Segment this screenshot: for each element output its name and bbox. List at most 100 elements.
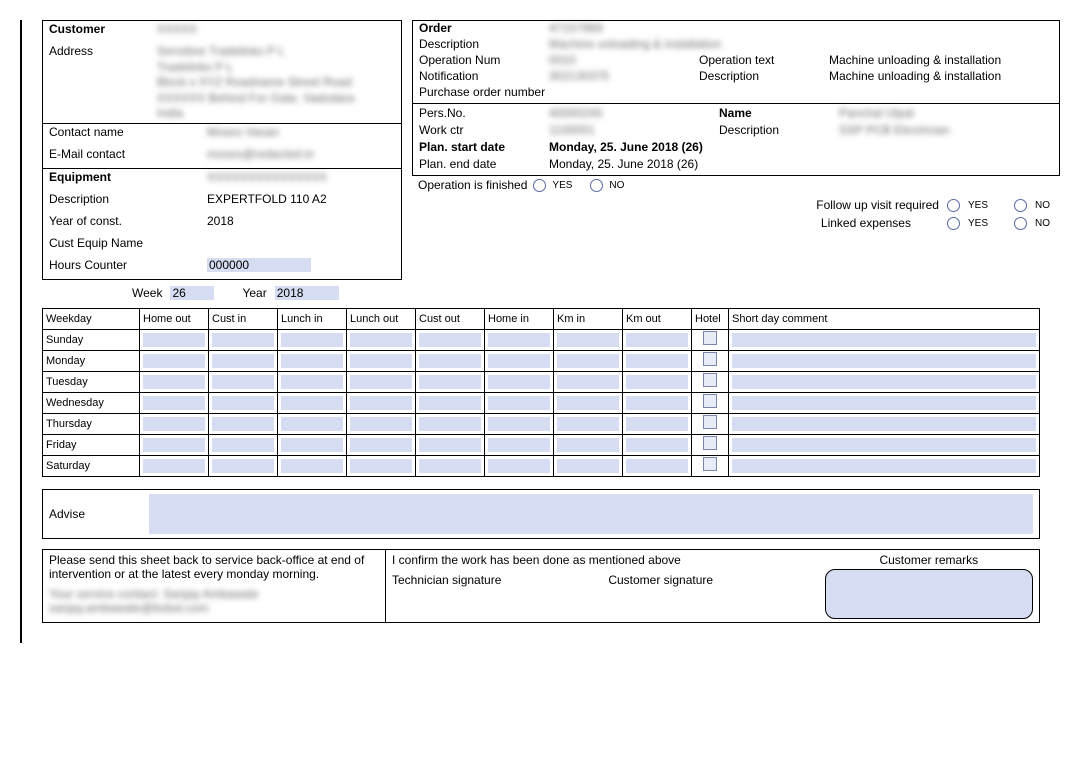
week-input[interactable]: 26 bbox=[170, 286, 214, 300]
time-input[interactable] bbox=[557, 438, 619, 452]
time-input[interactable] bbox=[350, 417, 412, 431]
hotel-checkbox[interactable] bbox=[703, 352, 717, 366]
time-input[interactable] bbox=[419, 375, 481, 389]
time-input[interactable] bbox=[488, 396, 550, 410]
time-input[interactable] bbox=[626, 375, 688, 389]
time-input[interactable] bbox=[212, 354, 274, 368]
time-input[interactable] bbox=[419, 438, 481, 452]
time-input[interactable] bbox=[143, 459, 205, 473]
time-input[interactable] bbox=[557, 459, 619, 473]
footer-contact1: Your service contact: Sanjay Ambawale bbox=[49, 587, 379, 601]
time-input[interactable] bbox=[419, 396, 481, 410]
cust-sig-label: Customer signature bbox=[608, 573, 816, 587]
time-input[interactable] bbox=[626, 333, 688, 347]
time-input[interactable] bbox=[143, 354, 205, 368]
time-input[interactable] bbox=[281, 354, 343, 368]
advise-input[interactable] bbox=[149, 494, 1033, 534]
time-input[interactable] bbox=[350, 438, 412, 452]
time-input[interactable] bbox=[557, 354, 619, 368]
comment-input[interactable] bbox=[732, 333, 1036, 347]
week-year-row: Week 26 Year 2018 bbox=[132, 286, 402, 300]
time-input[interactable] bbox=[557, 417, 619, 431]
time-input[interactable] bbox=[212, 459, 274, 473]
time-input[interactable] bbox=[143, 438, 205, 452]
table-row: Friday bbox=[43, 434, 1040, 455]
comment-input[interactable] bbox=[732, 354, 1036, 368]
time-input[interactable] bbox=[419, 417, 481, 431]
time-input[interactable] bbox=[212, 333, 274, 347]
table-row: Monday bbox=[43, 350, 1040, 371]
time-input[interactable] bbox=[488, 459, 550, 473]
hotel-checkbox[interactable] bbox=[703, 394, 717, 408]
time-input[interactable] bbox=[626, 354, 688, 368]
comment-input[interactable] bbox=[732, 438, 1036, 452]
equip-year-value: 2018 bbox=[207, 214, 395, 228]
equip-year-label: Year of const. bbox=[49, 214, 207, 228]
time-input[interactable] bbox=[143, 396, 205, 410]
time-input[interactable] bbox=[626, 417, 688, 431]
op-finished-no-radio[interactable] bbox=[590, 179, 603, 192]
time-input[interactable] bbox=[143, 417, 205, 431]
weekday-cell: Wednesday bbox=[43, 392, 140, 413]
time-input[interactable] bbox=[350, 354, 412, 368]
time-input[interactable] bbox=[281, 396, 343, 410]
time-input[interactable] bbox=[557, 396, 619, 410]
comment-input[interactable] bbox=[732, 459, 1036, 473]
time-input[interactable] bbox=[419, 333, 481, 347]
hotel-checkbox[interactable] bbox=[703, 415, 717, 429]
time-input[interactable] bbox=[488, 417, 550, 431]
time-input[interactable] bbox=[488, 333, 550, 347]
hotel-checkbox[interactable] bbox=[703, 436, 717, 450]
notif-value: 302130375 bbox=[549, 69, 699, 83]
hotel-checkbox[interactable] bbox=[703, 373, 717, 387]
followup-yes-radio[interactable] bbox=[947, 199, 960, 212]
pers-box: Pers.No. 40000245 Name Panchal Utpal Wor… bbox=[412, 103, 1060, 176]
weekday-cell: Monday bbox=[43, 350, 140, 371]
time-input[interactable] bbox=[557, 333, 619, 347]
time-input[interactable] bbox=[488, 354, 550, 368]
year-input[interactable]: 2018 bbox=[275, 286, 339, 300]
th-lunchout: Lunch out bbox=[347, 308, 416, 329]
time-input[interactable] bbox=[419, 354, 481, 368]
time-input[interactable] bbox=[350, 459, 412, 473]
time-input[interactable] bbox=[212, 438, 274, 452]
op-finished-yes-radio[interactable] bbox=[533, 179, 546, 192]
cust-remarks-input[interactable] bbox=[825, 569, 1033, 619]
linked-yes-radio[interactable] bbox=[947, 217, 960, 230]
persno-value: 40000245 bbox=[549, 106, 719, 120]
time-input[interactable] bbox=[143, 333, 205, 347]
comment-input[interactable] bbox=[732, 375, 1036, 389]
comment-input[interactable] bbox=[732, 417, 1036, 431]
linked-no-radio[interactable] bbox=[1014, 217, 1027, 230]
time-input[interactable] bbox=[281, 417, 343, 431]
hotel-checkbox[interactable] bbox=[703, 457, 717, 471]
th-homeout: Home out bbox=[140, 308, 209, 329]
time-input[interactable] bbox=[281, 459, 343, 473]
followup-no-radio[interactable] bbox=[1014, 199, 1027, 212]
time-input[interactable] bbox=[626, 438, 688, 452]
time-input[interactable] bbox=[281, 375, 343, 389]
tech-sig-label: Technician signature bbox=[392, 573, 600, 587]
time-input[interactable] bbox=[350, 396, 412, 410]
time-input[interactable] bbox=[626, 459, 688, 473]
time-input[interactable] bbox=[281, 438, 343, 452]
time-input[interactable] bbox=[143, 375, 205, 389]
time-input[interactable] bbox=[488, 438, 550, 452]
comment-input[interactable] bbox=[732, 396, 1036, 410]
time-input[interactable] bbox=[212, 417, 274, 431]
time-input[interactable] bbox=[488, 375, 550, 389]
hours-input[interactable]: 000000 bbox=[207, 258, 311, 272]
time-input[interactable] bbox=[281, 333, 343, 347]
time-input[interactable] bbox=[350, 375, 412, 389]
persname-label: Name bbox=[719, 106, 839, 120]
hotel-checkbox[interactable] bbox=[703, 331, 717, 345]
persname-value: Panchal Utpal bbox=[839, 106, 1053, 120]
time-input[interactable] bbox=[419, 459, 481, 473]
time-input[interactable] bbox=[350, 333, 412, 347]
time-input[interactable] bbox=[212, 375, 274, 389]
th-custout: Cust out bbox=[416, 308, 485, 329]
time-input[interactable] bbox=[557, 375, 619, 389]
time-input[interactable] bbox=[626, 396, 688, 410]
workctr-label: Work ctr bbox=[419, 123, 549, 137]
time-input[interactable] bbox=[212, 396, 274, 410]
